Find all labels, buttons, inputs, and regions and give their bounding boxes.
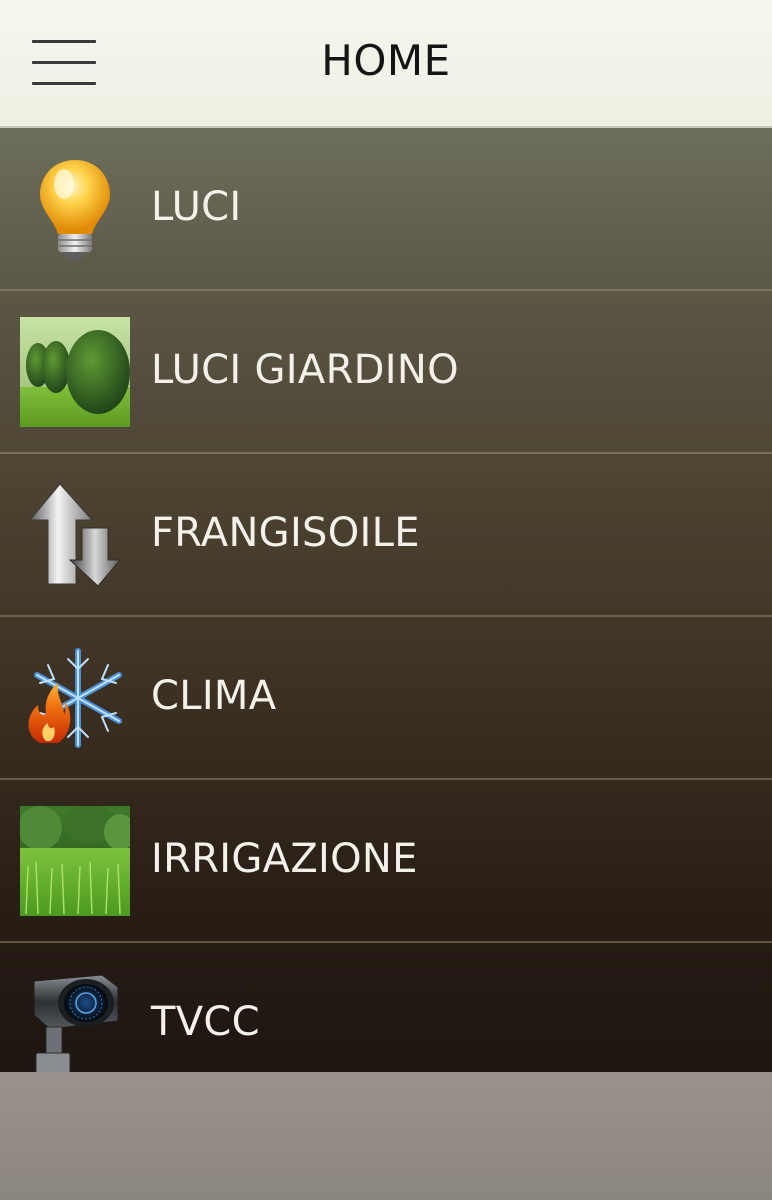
garden-hedge-icon — [20, 317, 130, 427]
lightbulb-icon — [40, 160, 110, 260]
home-menu-list: LUCI LUCI GIARDINO FRANGISOILE CLIMA IRR… — [0, 128, 772, 1072]
flame-snowflake-icon — [28, 648, 122, 748]
menu-item-label: IRRIGAZIONE — [151, 836, 418, 882]
menu-item-frangisoile[interactable]: FRANGISOILE — [0, 454, 772, 617]
menu-item-luci-giardino[interactable]: LUCI GIARDINO — [0, 291, 772, 454]
menu-item-clima[interactable]: CLIMA — [0, 617, 772, 780]
menu-item-label: TVCC — [151, 999, 260, 1045]
app-header: HOME — [0, 0, 772, 128]
menu-item-tvcc[interactable]: TVCC — [0, 943, 772, 1072]
lawn-grass-icon — [20, 806, 130, 916]
page-title: HOME — [321, 36, 451, 85]
menu-item-label: LUCI GIARDINO — [151, 347, 459, 393]
menu-item-label: FRANGISOILE — [151, 510, 420, 556]
menu-item-irrigazione[interactable]: IRRIGAZIONE — [0, 780, 772, 943]
bottom-area — [0, 1072, 772, 1200]
menu-item-luci[interactable]: LUCI — [0, 128, 772, 291]
security-camera-icon — [33, 974, 119, 1072]
menu-item-label: CLIMA — [151, 673, 277, 719]
up-down-arrows-icon — [28, 483, 122, 587]
menu-item-label: LUCI — [151, 184, 242, 230]
